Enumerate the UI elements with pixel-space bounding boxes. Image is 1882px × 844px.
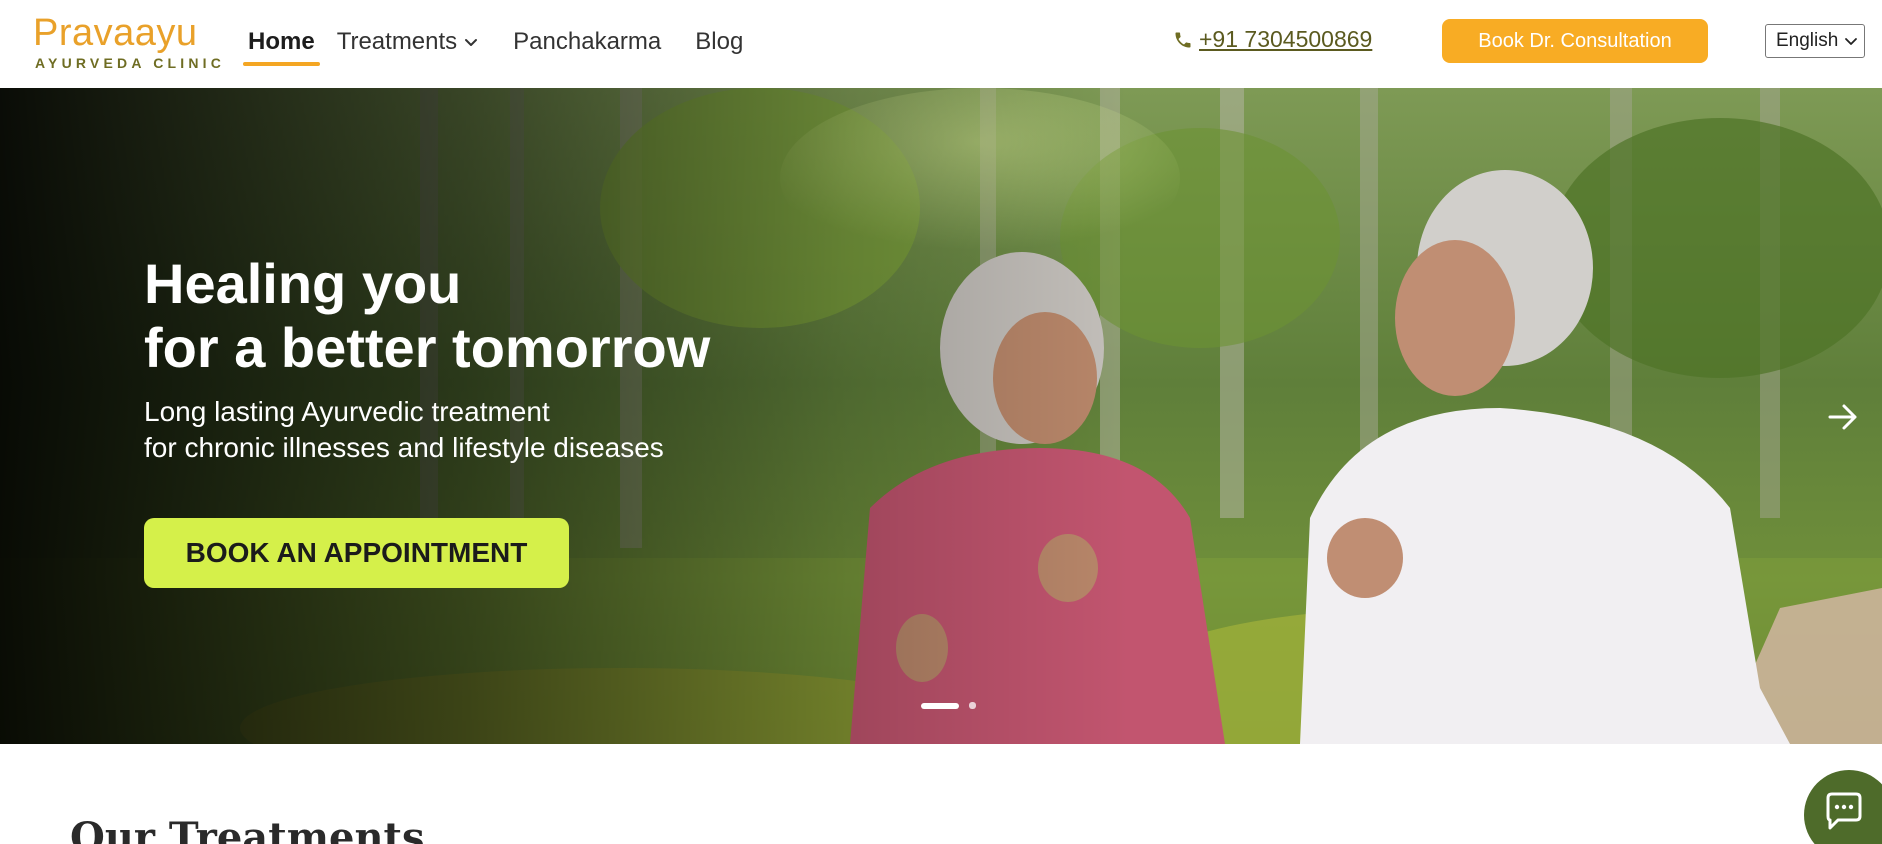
book-consultation-button[interactable]: Book Dr. Consultation xyxy=(1442,19,1708,63)
nav-item-label: Home xyxy=(248,28,315,55)
chevron-down-icon xyxy=(465,39,478,46)
phone-link[interactable]: +91 7304500869 xyxy=(1173,26,1372,53)
nav-item-label: Panchakarma xyxy=(513,28,662,55)
main-nav: Home Treatments Panchakarma Blog xyxy=(243,22,777,66)
carousel-dot-1[interactable] xyxy=(921,702,959,709)
language-value: English xyxy=(1776,30,1839,51)
hero-carousel: Healing you for a better tomorrow Long l… xyxy=(0,88,1882,744)
nav-item-label: Treatments xyxy=(336,28,458,55)
nav-item-treatments[interactable]: Treatments xyxy=(337,28,479,56)
nav-item-label: Blog xyxy=(695,28,744,55)
brand-tagline: AYURVEDA CLINIC xyxy=(35,55,226,71)
chat-widget-button[interactable] xyxy=(1804,770,1882,844)
hero-subtitle-line: Long lasting Ayurvedic treatment xyxy=(144,396,550,427)
nav-item-home[interactable]: Home xyxy=(243,28,320,66)
brand-logo[interactable]: Pravaayu AYURVEDA CLINIC xyxy=(33,12,221,72)
phone-number: +91 7304500869 xyxy=(1199,26,1373,52)
nav-item-panchakarma[interactable]: Panchakarma xyxy=(513,28,661,56)
hero-title: Healing you for a better tomorrow xyxy=(144,252,710,380)
chevron-down-icon xyxy=(1845,38,1857,45)
phone-icon xyxy=(1175,32,1191,47)
section-title: Our Treatments xyxy=(70,814,425,844)
language-select[interactable]: English xyxy=(1765,24,1865,58)
book-appointment-button[interactable]: BOOK AN APPOINTMENT xyxy=(144,518,569,588)
arrow-right-icon[interactable] xyxy=(1826,400,1860,434)
chat-icon xyxy=(1826,792,1862,830)
nav-item-blog[interactable]: Blog xyxy=(695,28,743,56)
hero-subtitle-line: for chronic illnesses and lifestyle dise… xyxy=(144,432,664,463)
carousel-dot-2[interactable] xyxy=(969,702,976,709)
hero-subtitle: Long lasting Ayurvedic treatment for chr… xyxy=(144,394,664,466)
hero-title-line: Healing you xyxy=(144,252,462,315)
hero-title-line: for a better tomorrow xyxy=(144,316,711,379)
site-header: Pravaayu AYURVEDA CLINIC Home Treatments… xyxy=(0,0,1882,88)
carousel-indicators xyxy=(921,702,986,709)
brand-name: Pravaayu xyxy=(33,12,198,54)
